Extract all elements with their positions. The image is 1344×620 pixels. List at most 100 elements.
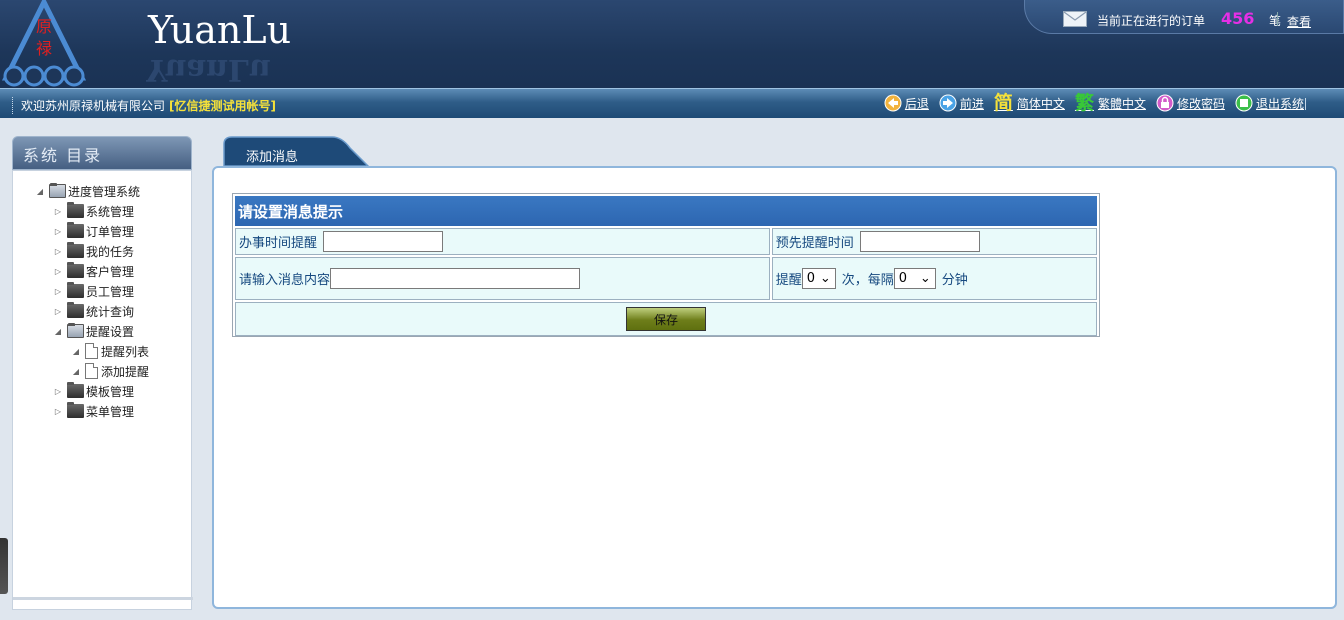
folder-open-icon [67,323,84,338]
sidebar-item-label: 菜单管理 [86,404,135,419]
remind-count-select[interactable]: 0 ⌄ [801,268,836,289]
interval-value: 0 [898,271,908,286]
sidebar-item-reminders[interactable]: ◢ 提醒设置 [13,321,191,341]
sidebar-item-menus[interactable]: ▷ 菜单管理 [13,401,191,421]
chevron-down-icon: ⌄ [919,271,931,286]
folder-icon [67,222,84,238]
folder-icon [67,302,84,318]
simplified-chinese-label: 简体中文 [1016,96,1065,111]
chevron-down-icon: ⌄ [819,271,831,286]
company-logo: 原 禄 [2,0,86,87]
times-label: 次，每隔 [841,273,894,288]
message-content-cell: 请输入消息内容 [235,257,770,300]
divider [1305,98,1306,110]
message-content-label: 请输入消息内容 [239,273,331,288]
forward-link[interactable]: 前进 [939,94,984,112]
view-orders-link[interactable]: 查看 [1287,13,1311,30]
forward-label: 前进 [959,96,984,111]
sidebar-item-templates[interactable]: ▷ 模板管理 [13,381,191,401]
collapsed-triangle-icon[interactable]: ▷ [53,387,63,396]
sidebar-item-orders[interactable]: ▷ 订单管理 [13,221,191,241]
collapsed-triangle-icon[interactable]: ▷ [53,227,63,236]
welcome-message: 欢迎苏州原禄机械有限公司 [忆信捷测试用帐号] [12,97,276,114]
sidebar-item-reminder-list[interactable]: ◢ 提醒列表 [13,341,191,361]
back-label: 后退 [904,96,929,111]
message-form: 请设置消息提示 办事时间提醒 预先提醒时间 请输入消息内容 提醒 0 ⌄ 次，每隔… [232,193,1100,337]
leaf-marker-icon: ◢ [72,346,80,356]
order-status-bar: 当前正在进行的订单 456 笔 查看 [1024,0,1344,34]
form-heading: 请设置消息提示 [235,196,1097,226]
divider [1277,12,1278,26]
svg-text:原: 原 [36,17,52,36]
order-status-text: 当前正在进行的订单 [1097,14,1206,28]
logout-link[interactable]: 退出系统 [1235,94,1304,112]
sidebar-item-label: 员工管理 [86,284,135,299]
sidebar-item-label: 我的任务 [86,244,135,259]
collapsed-triangle-icon[interactable]: ▷ [53,267,63,276]
exit-icon [1235,94,1253,112]
back-link[interactable]: 后退 [884,94,929,112]
traditional-chinese-icon: 繁 [1074,92,1094,114]
simplified-chinese-link[interactable]: 简 简体中文 [993,92,1065,114]
folder-icon [67,242,84,258]
collapsed-triangle-icon[interactable]: ▷ [53,247,63,256]
reminder-time-input[interactable] [323,231,444,252]
sidebar-item-customers[interactable]: ▷ 客户管理 [13,261,191,281]
sidebar-item-label: 统计查询 [86,304,135,319]
nav-links: 后退 前进 简 简体中文 繁 繁體中文 修改密码 退出系统 [874,92,1304,114]
svg-text:禄: 禄 [36,39,52,58]
edge-handle [0,538,8,594]
expanded-triangle-icon[interactable]: ◢ [53,327,63,336]
folder-open-icon [49,183,66,198]
account-name: [忆信捷测试用帐号] [169,99,276,113]
remind-count-value: 0 [806,271,816,286]
save-button[interactable]: 保存 [626,307,706,331]
sidebar-item-label: 模板管理 [86,384,135,399]
order-count: 456 [1221,9,1255,28]
tree-root[interactable]: ◢ 进度管理系统 [13,181,191,201]
sidebar-item-label: 系统管理 [86,204,135,219]
collapsed-triangle-icon[interactable]: ▷ [53,407,63,416]
simplified-chinese-icon: 简 [993,92,1013,114]
page-icon [85,343,98,359]
brand-reflection: YuanLu [146,54,271,84]
sidebar-title: 系统 目录 [12,136,192,170]
advance-time-label: 预先提醒时间 [775,236,854,251]
traditional-chinese-link[interactable]: 繁 繁體中文 [1074,92,1146,114]
sidebar: 系统 目录 ◢ 进度管理系统 ▷ 系统管理 ▷ 订单管理 ▷ 我的任务 ▷ 客户管理 ▷… [12,136,193,610]
tab-add-message[interactable]: 添加消息 [246,146,298,165]
sidebar-item-my-tasks[interactable]: ▷ 我的任务 [13,241,191,261]
interval-select[interactable]: 0 ⌄ [893,268,936,289]
sidebar-item-add-reminder[interactable]: ◢ 添加提醒 [13,361,191,381]
sidebar-item-statistics[interactable]: ▷ 统计查询 [13,301,191,321]
minutes-label: 分钟 [941,273,968,288]
sidebar-footer [13,597,193,603]
collapsed-triangle-icon[interactable]: ▷ [53,207,63,216]
folder-icon [67,402,84,418]
reminder-time-label: 办事时间提醒 [239,236,318,251]
expanded-triangle-icon[interactable]: ◢ [35,187,45,196]
collapsed-triangle-icon[interactable]: ▷ [53,307,63,316]
top-nav-bar: 欢迎苏州原禄机械有限公司 [忆信捷测试用帐号] 后退 前进 简 简体中文 繁 繁體… [0,88,1344,118]
collapsed-triangle-icon[interactable]: ▷ [53,287,63,296]
folder-icon [67,202,84,218]
folder-icon [67,382,84,398]
sidebar-item-label: 提醒设置 [86,324,135,339]
brand-name: YuanLu [148,8,292,52]
logout-label: 退出系统 [1255,96,1304,111]
folder-icon [67,282,84,298]
message-content-input[interactable] [330,268,581,289]
leaf-marker-icon: ◢ [72,366,80,376]
forward-arrow-icon [939,94,957,112]
change-password-link[interactable]: 修改密码 [1156,94,1225,112]
page-icon [85,363,98,379]
lock-icon [1156,94,1174,112]
remind-label: 提醒 [775,273,802,288]
welcome-text: 欢迎苏州原禄机械有限公司 [21,99,166,113]
traditional-chinese-label: 繁體中文 [1097,96,1146,111]
sidebar-item-employees[interactable]: ▷ 员工管理 [13,281,191,301]
sidebar-item-system[interactable]: ▷ 系统管理 [13,201,191,221]
advance-time-input[interactable] [859,231,980,252]
sidebar-item-label: 提醒列表 [101,344,150,359]
advance-time-cell: 预先提醒时间 [771,228,1097,255]
